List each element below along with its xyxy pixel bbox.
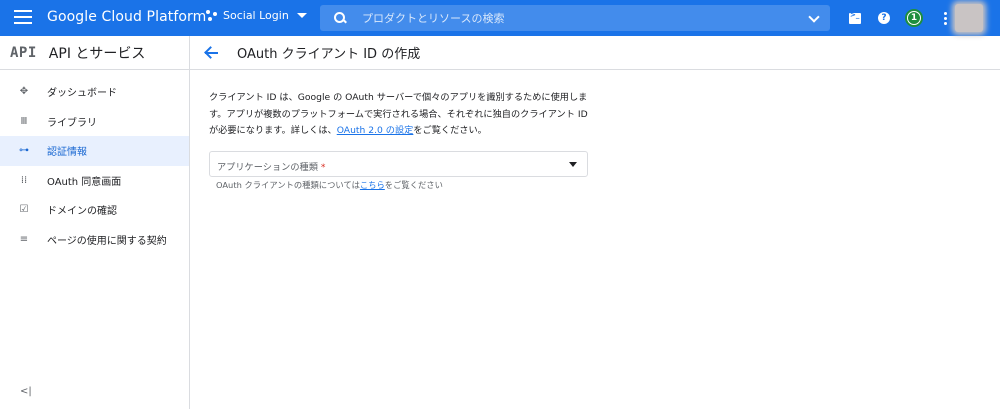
more-options-icon[interactable]	[937, 10, 953, 26]
description-suffix: をご覧ください。	[413, 125, 487, 136]
sidebar-item-dashboard[interactable]: ✥ ダッシュボード	[0, 77, 189, 107]
sidebar-item-label: OAuth 同意画面	[47, 176, 122, 188]
sidebar-item-label: ページの使用に関する契約	[47, 235, 167, 247]
oauth-settings-link[interactable]: OAuth 2.0 の設定	[337, 125, 414, 136]
search-input[interactable]	[362, 11, 802, 25]
sidebar-item-label: ダッシュボード	[47, 88, 117, 100]
main-content: OAuth クライアント ID の作成 クライアント ID は、Google の…	[190, 36, 1000, 409]
sidebar-item-oauth-consent[interactable]: ⁞⁞ OAuth 同意画面	[0, 166, 189, 196]
sidebar-nav: ✥ ダッシュボード Ⅲ ライブラリ ⊶ 認証情報 ⁞⁞ OAuth 同意画面 ☑…	[0, 77, 189, 254]
page-header: OAuth クライアント ID の作成	[190, 36, 1000, 70]
project-name: Social Login	[223, 9, 289, 22]
library-icon: Ⅲ	[20, 115, 28, 127]
client-types-link[interactable]: こちら	[360, 180, 385, 190]
sidebar-item-label: ライブラリ	[47, 117, 97, 129]
sidebar: API API とサービス ✥ ダッシュボード Ⅲ ライブラリ ⊶ 認証情報 ⁞…	[0, 36, 190, 409]
search-bar[interactable]	[320, 5, 830, 31]
hamburger-menu-icon[interactable]	[14, 10, 32, 26]
domain-check-icon: ☑	[19, 204, 29, 216]
back-arrow-icon[interactable]	[204, 46, 220, 60]
api-logo: API	[10, 44, 37, 61]
chevron-down-icon	[296, 13, 307, 18]
search-icon	[334, 12, 346, 24]
project-picker[interactable]: Social Login	[206, 9, 307, 22]
dropdown-arrow-icon	[569, 162, 577, 167]
page-title: OAuth クライアント ID の作成	[237, 47, 421, 62]
sidebar-title: API とサービス	[48, 45, 146, 62]
sidebar-item-page-usage[interactable]: ≡ ページの使用に関する契約	[0, 225, 189, 255]
hint-text: OAuth クライアントの種類については	[216, 180, 360, 190]
page-usage-icon: ≡	[19, 233, 29, 245]
product-name[interactable]: Google Cloud Platform	[47, 9, 206, 25]
search-expand-icon[interactable]	[808, 11, 820, 23]
required-marker: *	[320, 162, 326, 173]
sidebar-item-credentials[interactable]: ⊶ 認証情報	[0, 136, 189, 166]
top-bar: Google Cloud Platform Social Login ? 1	[0, 0, 1000, 36]
collapse-sidebar-icon[interactable]: <|	[20, 386, 32, 397]
notification-count: 1	[908, 12, 920, 24]
sidebar-item-domain-verification[interactable]: ☑ ドメインの確認	[0, 195, 189, 225]
hint-suffix: をご覧ください	[384, 180, 443, 190]
application-type-placeholder: アプリケーションの種類 *	[217, 162, 326, 173]
avatar[interactable]	[955, 4, 983, 32]
sidebar-item-label: ドメインの確認	[47, 206, 117, 218]
key-icon: ⊶	[19, 145, 29, 157]
cloud-shell-icon[interactable]	[847, 10, 863, 26]
sidebar-item-library[interactable]: Ⅲ ライブラリ	[0, 107, 189, 137]
dashboard-icon: ✥	[19, 86, 29, 98]
sidebar-header: API API とサービス	[0, 36, 189, 70]
consent-icon: ⁞⁞	[20, 174, 28, 186]
description: クライアント ID は、Google の OAuth サーバーで個々のアプリを識…	[209, 90, 589, 140]
sidebar-item-label: 認証情報	[47, 147, 87, 159]
project-icon	[206, 9, 218, 22]
application-type-hint: OAuth クライアントの種類についてはこちらをご覧ください	[216, 179, 443, 191]
help-icon[interactable]: ?	[876, 10, 892, 26]
application-type-select[interactable]: アプリケーションの種類 *	[209, 151, 588, 177]
notifications-badge[interactable]: 1	[905, 9, 923, 27]
